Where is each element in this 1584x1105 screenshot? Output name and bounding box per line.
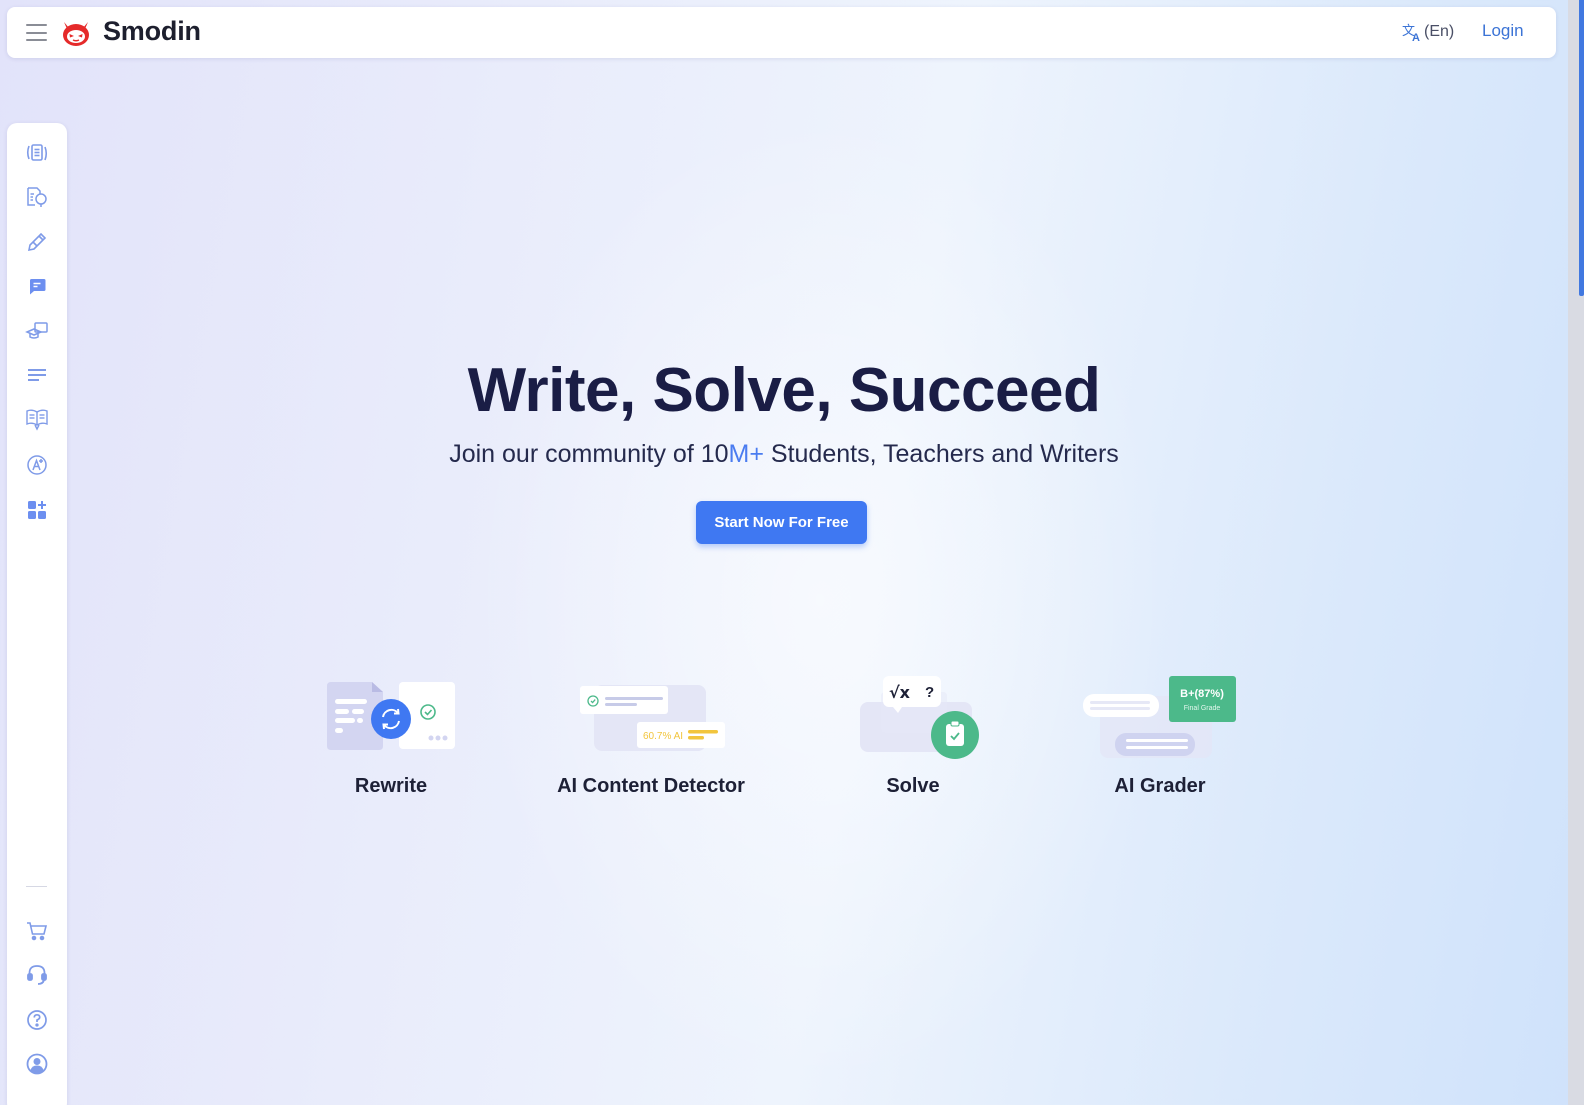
sidebar-item-rewriter[interactable] [23,139,51,167]
background-glow [0,0,1568,1105]
sidebar-item-plagiarism[interactable] [23,183,51,211]
grade-caption: Final Grade [1184,705,1221,712]
feature-label: Rewrite [354,775,428,797]
sidebar-item-more-apps[interactable] [23,496,51,524]
feature-label: AI Content Detector [557,775,745,797]
user-circle-icon [26,1053,48,1075]
sidebar-item-chat[interactable] [23,273,51,301]
sidebar-item-help[interactable] [23,1006,51,1034]
brand-name[interactable]: Smodin [103,16,201,47]
start-now-button[interactable]: Start Now For Free [696,501,867,544]
rewrite-illustration [327,682,455,750]
subtitle-accent: M+ [728,440,764,468]
sidebar-item-support[interactable] [23,961,51,989]
subtitle-suffix: Students, Teachers and Writers [763,440,1119,468]
solve-illustration: √x ? [860,676,979,759]
svg-text:√x: √x [889,683,911,702]
chat-bubble-icon [30,279,46,295]
rewrite-document-icon [26,144,48,161]
svg-text:?: ? [925,684,934,701]
sidebar-item-writer[interactable] [23,228,51,256]
sidebar-item-pricing[interactable] [23,917,51,945]
ai-detector-illustration: 60.7% AI [580,685,725,751]
page-scrollbar[interactable] [1568,0,1584,1105]
login-link[interactable]: Login [1482,21,1524,41]
grade-value: B+(87%) [1180,688,1224,700]
feature-label: Solve [886,775,940,797]
help-circle-icon [27,1010,47,1030]
graduation-cap-icon [25,322,48,339]
pencil-icon [27,232,47,252]
document-search-icon [27,187,47,207]
ai-grader-illustration: B+(87%) Final Grade [1083,676,1236,758]
translate-icon: 文 A [1402,24,1420,42]
subtitle-prefix: Join our community of 10 [449,440,729,468]
language-label: (En) [1424,23,1455,40]
sidebar-item-homework[interactable] [23,317,51,345]
top-navbar: Smodin 文 A (En) Login [7,7,1556,58]
apps-add-icon [28,501,46,519]
sidebar [7,123,67,1105]
feature-label: AI Grader [1114,775,1206,797]
language-selector[interactable]: 文 A (En) [1402,22,1454,42]
sidebar-divider [26,886,47,887]
ai-percentage-badge: 60.7% AI [643,731,683,742]
scrollbar-thumb[interactable] [1579,0,1584,296]
sidebar-item-account[interactable] [23,1050,51,1078]
feature-solve[interactable]: √x ? Solve [843,670,983,810]
svg-text:A: A [1412,32,1420,42]
feature-ai-detector[interactable]: 60.7% AI AI Content Detector [556,670,746,810]
hero-subtitle: Join our community of 10M+ Students, Tea… [0,440,1568,469]
hero-title: Write, Solve, Succeed [467,356,1101,425]
cart-icon [27,922,48,941]
smodin-logo-icon[interactable] [60,18,92,48]
feature-ai-grader[interactable]: B+(87%) Final Grade AI Grader [1080,670,1240,810]
headset-icon [27,965,47,985]
hamburger-menu-icon[interactable] [26,24,47,41]
feature-rewrite[interactable]: Rewrite [311,670,471,810]
